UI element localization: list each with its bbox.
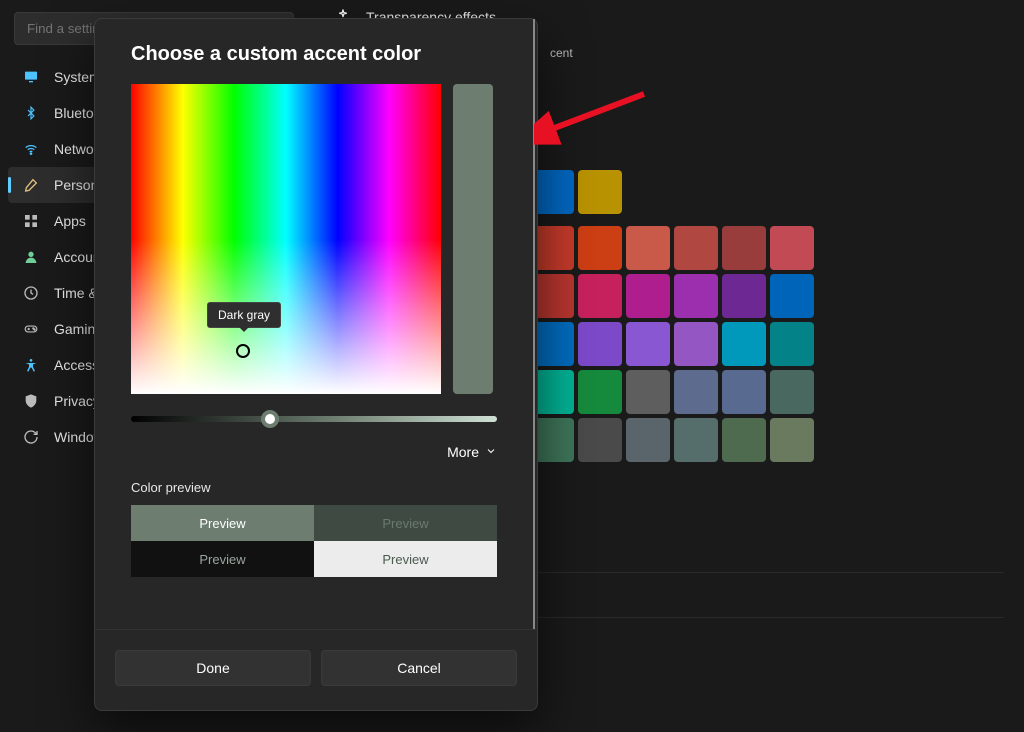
color-swatch[interactable]	[674, 274, 718, 318]
color-swatch[interactable]	[770, 226, 814, 270]
value-slider-thumb[interactable]	[261, 410, 279, 428]
apps-icon	[22, 212, 40, 230]
access-icon	[22, 356, 40, 374]
color-swatch[interactable]	[674, 322, 718, 366]
clock-icon	[22, 284, 40, 302]
preview-accent-light: Preview	[131, 505, 314, 541]
nav-item-label: Apps	[54, 213, 86, 229]
preview-accent-muted: Preview	[314, 505, 497, 541]
color-swatch[interactable]	[626, 274, 670, 318]
color-swatch[interactable]	[626, 370, 670, 414]
color-swatch[interactable]	[626, 418, 670, 462]
color-preview-grid: Preview Preview Preview Preview	[131, 505, 497, 577]
color-tooltip: Dark gray	[207, 302, 281, 328]
accent-color-grid	[530, 226, 1004, 462]
color-swatch[interactable]	[722, 418, 766, 462]
color-swatch[interactable]	[770, 322, 814, 366]
accent-caption-partial: cent	[550, 46, 1004, 60]
monitor-icon	[22, 68, 40, 86]
color-swatch[interactable]	[578, 274, 622, 318]
preview-dark-bg: Preview	[131, 541, 314, 577]
color-swatch[interactable]	[722, 226, 766, 270]
color-swatch[interactable]	[722, 322, 766, 366]
shield-icon	[22, 392, 40, 410]
color-swatch[interactable]	[770, 418, 814, 462]
color-swatch[interactable]	[770, 274, 814, 318]
recent-color-swatch[interactable]	[578, 170, 622, 214]
person-icon	[22, 248, 40, 266]
color-swatch[interactable]	[626, 226, 670, 270]
color-swatch[interactable]	[578, 418, 622, 462]
done-button[interactable]: Done	[115, 650, 311, 686]
more-label: More	[447, 444, 479, 460]
color-swatch[interactable]	[674, 370, 718, 414]
color-swatch[interactable]	[722, 370, 766, 414]
value-slider[interactable]	[131, 416, 497, 422]
color-swatch[interactable]	[674, 226, 718, 270]
update-icon	[22, 428, 40, 446]
accent-color-dialog: Choose a custom accent color Dark gray M…	[94, 18, 538, 711]
wifi-icon	[22, 140, 40, 158]
color-preview-heading: Color preview	[131, 480, 497, 495]
selected-color-sample	[453, 84, 493, 394]
dialog-title: Choose a custom accent color	[131, 43, 497, 66]
color-spectrum-picker[interactable]: Dark gray	[131, 84, 441, 394]
preview-light-bg: Preview	[314, 541, 497, 577]
chevron-down-icon	[485, 444, 497, 460]
gamepad-icon	[22, 320, 40, 338]
cancel-button[interactable]: Cancel	[321, 650, 517, 686]
dialog-body: Choose a custom accent color Dark gray M…	[95, 19, 535, 629]
color-picker-cursor[interactable]	[236, 344, 250, 358]
color-swatch[interactable]	[578, 370, 622, 414]
recent-colors-row	[530, 170, 1004, 214]
dialog-button-row: Done Cancel	[95, 629, 537, 710]
color-swatch[interactable]	[722, 274, 766, 318]
color-swatch[interactable]	[770, 370, 814, 414]
brush-icon	[22, 176, 40, 194]
color-swatch[interactable]	[578, 226, 622, 270]
color-swatch[interactable]	[674, 418, 718, 462]
color-swatch[interactable]	[626, 322, 670, 366]
more-toggle[interactable]: More	[131, 440, 497, 472]
bluetooth-icon	[22, 104, 40, 122]
color-swatch[interactable]	[578, 322, 622, 366]
